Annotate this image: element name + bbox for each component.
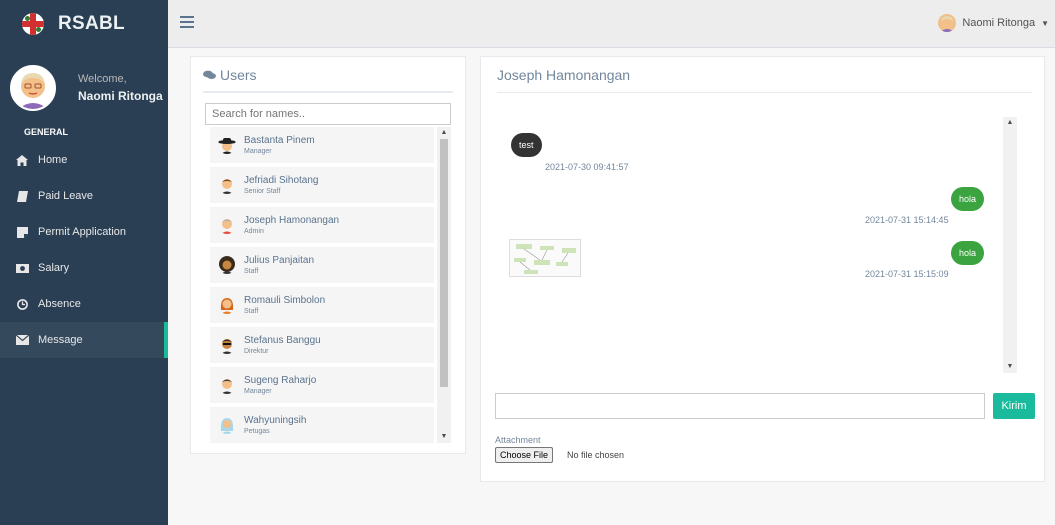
choose-file-button[interactable]: Choose File bbox=[495, 447, 554, 463]
attachment-label: Attachment bbox=[495, 435, 541, 445]
avatar bbox=[10, 65, 56, 111]
user-role: Petugas bbox=[244, 428, 270, 435]
sidebar-item-permit-application[interactable]: Permit Application bbox=[0, 214, 168, 250]
avatar bbox=[218, 376, 236, 394]
book-icon bbox=[15, 189, 29, 203]
list-item[interactable]: Julius Panjaitan Staff bbox=[210, 247, 434, 283]
user-role: Senior Staff bbox=[244, 188, 281, 195]
profile: Welcome, Naomi Ritonga bbox=[0, 48, 168, 118]
document-icon bbox=[15, 225, 29, 239]
brand[interactable]: RSABL bbox=[0, 0, 168, 48]
avatar bbox=[218, 336, 236, 354]
no-file-text: No file chosen bbox=[567, 450, 625, 460]
list-item[interactable]: Wahyuningsih Petugas bbox=[210, 407, 434, 443]
sidebar-item-paid-leave[interactable]: Paid Leave bbox=[0, 178, 168, 214]
send-button[interactable]: Kirim bbox=[993, 393, 1035, 419]
avatar bbox=[218, 416, 236, 434]
user-role: Admin bbox=[244, 228, 264, 235]
sidebar-item-home[interactable]: Home bbox=[0, 142, 168, 178]
user-role: Manager bbox=[244, 148, 272, 155]
scroll-down-icon[interactable]: ▼ bbox=[437, 431, 451, 443]
list-item[interactable]: Sugeng Raharjo Manager bbox=[210, 367, 434, 403]
scroll-thumb[interactable] bbox=[440, 139, 448, 387]
avatar bbox=[218, 296, 236, 314]
user-list-scrollbar[interactable]: ▲ ▼ bbox=[437, 127, 451, 443]
list-item[interactable]: Jefriadi Sihotang Senior Staff bbox=[210, 167, 434, 203]
avatar bbox=[218, 176, 236, 194]
users-panel: Users Bastanta Pinem Manager Jefriadi Sih… bbox=[190, 56, 466, 454]
sidebar-item-label: Salary bbox=[38, 262, 70, 274]
sidebar-item-absence[interactable]: Absence bbox=[0, 286, 168, 322]
welcome-text: Welcome, bbox=[78, 73, 127, 85]
message-time: 2021-07-31 15:14:45 bbox=[865, 215, 949, 225]
message-time: 2021-07-30 09:41:57 bbox=[545, 162, 629, 172]
message-bubble: hola bbox=[951, 187, 985, 211]
user-name: Wahyuningsih bbox=[244, 415, 307, 426]
list-item[interactable]: Joseph Hamonangan Admin bbox=[210, 207, 434, 243]
sidebar-item-message[interactable]: Message bbox=[0, 322, 168, 358]
envelope-icon bbox=[15, 333, 29, 347]
search-input[interactable] bbox=[205, 103, 451, 125]
sidebar-item-label: Paid Leave bbox=[38, 190, 94, 202]
scroll-up-icon[interactable]: ▲ bbox=[437, 127, 451, 139]
sidebar-item-salary[interactable]: Salary bbox=[0, 250, 168, 286]
profile-name: Naomi Ritonga bbox=[78, 89, 163, 103]
sidebar-item-label: Absence bbox=[38, 298, 81, 310]
chat-scrollbar[interactable]: ▲ ▼ bbox=[1003, 117, 1017, 373]
user-name: Bastanta Pinem bbox=[244, 135, 315, 146]
message-time: 2021-07-31 15:15:09 bbox=[865, 269, 949, 279]
sidebar-item-label: Message bbox=[38, 334, 83, 346]
user-role: Manager bbox=[244, 388, 272, 395]
avatar bbox=[218, 216, 236, 234]
message-bubble: test bbox=[511, 133, 542, 157]
user-name: Sugeng Raharjo bbox=[244, 375, 317, 386]
clock-icon bbox=[15, 297, 29, 311]
sidebar-item-label: Home bbox=[38, 154, 68, 166]
avatar bbox=[218, 136, 236, 154]
user-list: Bastanta Pinem Manager Jefriadi Sihotang S… bbox=[205, 127, 451, 443]
list-item[interactable]: Stefanus Banggu Direktur bbox=[210, 327, 434, 363]
comments-icon bbox=[203, 67, 216, 83]
menu-toggle-icon[interactable] bbox=[180, 16, 194, 28]
chat-messages: test 2021-07-30 09:41:57 hola 2021-07-31… bbox=[493, 117, 1017, 373]
user-menu[interactable]: Naomi Ritonga ▼ bbox=[938, 14, 1049, 32]
user-name: Romauli Simbolon bbox=[244, 295, 326, 306]
sidebar: RSABL Welcome, Naomi Ritonga GENERAL Hom… bbox=[0, 0, 168, 525]
chevron-down-icon: ▼ bbox=[1041, 18, 1049, 28]
users-panel-title: Users bbox=[203, 57, 453, 93]
scroll-down-icon[interactable]: ▼ bbox=[1003, 361, 1017, 373]
home-icon bbox=[15, 153, 29, 167]
avatar bbox=[938, 14, 957, 32]
user-menu-name: Naomi Ritonga bbox=[962, 17, 1036, 29]
user-role: Staff bbox=[244, 308, 259, 315]
chat-title: Joseph Hamonangan bbox=[497, 57, 1032, 93]
money-icon bbox=[15, 261, 29, 275]
sidebar-item-label: Permit Application bbox=[38, 226, 127, 238]
scroll-up-icon[interactable]: ▲ bbox=[1003, 117, 1017, 129]
chat-panel: Joseph Hamonangan test 2021-07-30 09:41:… bbox=[480, 56, 1045, 482]
avatar bbox=[218, 256, 236, 274]
section-title: GENERAL bbox=[24, 127, 69, 137]
list-item[interactable]: Romauli Simbolon Staff bbox=[210, 287, 434, 323]
brand-name: RSABL bbox=[58, 13, 125, 34]
user-name: Stefanus Banggu bbox=[244, 335, 321, 346]
user-role: Direktur bbox=[244, 348, 269, 355]
top-nav: Naomi Ritonga ▼ bbox=[168, 0, 1055, 48]
list-item[interactable]: Bastanta Pinem Manager bbox=[210, 127, 434, 163]
user-name: Jefriadi Sihotang bbox=[244, 175, 319, 186]
user-role: Staff bbox=[244, 268, 259, 275]
message-bubble: hola bbox=[951, 241, 985, 265]
message-input[interactable] bbox=[495, 393, 985, 419]
hospital-logo-icon bbox=[22, 13, 44, 35]
user-name: Joseph Hamonangan bbox=[244, 215, 340, 226]
user-name: Julius Panjaitan bbox=[244, 255, 315, 266]
image-attachment-thumbnail[interactable] bbox=[509, 239, 581, 277]
